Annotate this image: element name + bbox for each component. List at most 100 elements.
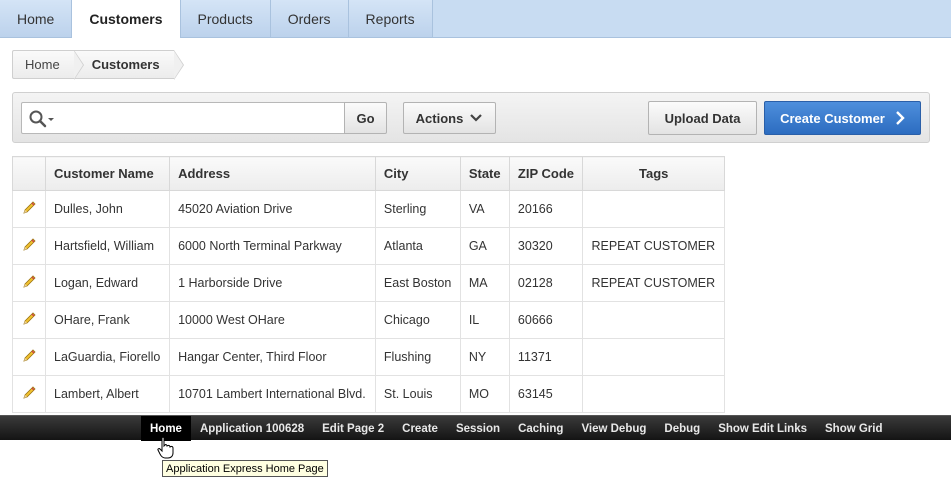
breadcrumb-home-label: Home bbox=[25, 57, 60, 72]
search-box[interactable] bbox=[21, 102, 345, 134]
top-tab-bar: Home Customers Products Orders Reports bbox=[0, 0, 951, 38]
go-button-label: Go bbox=[356, 110, 375, 126]
dev-toolbar-item-edit-page-2[interactable]: Edit Page 2 bbox=[313, 416, 393, 441]
breadcrumb-current: Customers bbox=[73, 50, 184, 80]
dev-toolbar-item-caching[interactable]: Caching bbox=[509, 416, 572, 441]
cell-address: Hangar Center, Third Floor bbox=[169, 338, 376, 376]
edit-cell bbox=[12, 190, 46, 228]
cell-customer-name: Lambert, Albert bbox=[44, 375, 171, 413]
cell-address: 1 Harborside Drive bbox=[169, 264, 376, 302]
cell-zip-code: 11371 bbox=[508, 338, 584, 376]
edit-cell bbox=[12, 301, 46, 339]
report-toolbar: Go Actions Upload Data Create Customer bbox=[12, 92, 930, 143]
cell-tags bbox=[582, 190, 725, 228]
cell-state: VA bbox=[459, 190, 510, 228]
cell-address: 45020 Aviation Drive bbox=[169, 190, 376, 228]
hand-cursor-icon bbox=[157, 436, 174, 459]
cell-tags bbox=[582, 338, 725, 376]
cell-state: IL bbox=[459, 301, 510, 339]
actions-menu-button[interactable]: Actions bbox=[403, 102, 496, 134]
cell-city: Flushing bbox=[374, 338, 461, 376]
create-button-label: Create Customer bbox=[780, 110, 885, 126]
cell-customer-name: Hartsfield, William bbox=[44, 227, 171, 265]
edit-cell bbox=[12, 338, 46, 376]
dev-toolbar-item-debug[interactable]: Debug bbox=[655, 416, 709, 441]
edit-cell bbox=[12, 375, 46, 413]
breadcrumb-current-label: Customers bbox=[91, 57, 160, 72]
cell-zip-code: 63145 bbox=[508, 375, 584, 413]
cell-customer-name: Dulles, John bbox=[44, 190, 171, 228]
cell-city: Chicago bbox=[374, 301, 461, 339]
cell-city: Sterling bbox=[374, 190, 461, 228]
dev-toolbar-item-show-edit-links[interactable]: Show Edit Links bbox=[709, 416, 816, 441]
tab-home[interactable]: Home bbox=[0, 0, 73, 37]
column-header-city[interactable]: City bbox=[374, 156, 461, 191]
table-row: OHare, Frank 10000 West OHare Chicago IL 606… bbox=[12, 301, 725, 339]
dev-toolbar-item-view-debug[interactable]: View Debug bbox=[572, 416, 655, 441]
cell-tags: REPEAT CUSTOMER bbox=[582, 264, 725, 302]
table-row: Hartsfield, William 6000 North Terminal P… bbox=[12, 227, 725, 265]
search-input[interactable] bbox=[62, 107, 340, 129]
cell-tags bbox=[582, 301, 725, 339]
search-icon[interactable] bbox=[28, 109, 56, 129]
table-row: Dulles, John 45020 Aviation Drive Sterling… bbox=[12, 190, 725, 228]
edit-cell bbox=[12, 264, 46, 302]
upload-data-button[interactable]: Upload Data bbox=[648, 101, 757, 135]
cell-zip-code: 20166 bbox=[508, 190, 584, 228]
cell-address: 6000 North Terminal Parkway bbox=[169, 227, 376, 265]
actions-button-label: Actions bbox=[415, 110, 464, 126]
upload-button-label: Upload Data bbox=[664, 110, 741, 126]
create-customer-button[interactable]: Create Customer bbox=[764, 101, 921, 135]
column-header-edit bbox=[12, 156, 46, 191]
cell-state: MA bbox=[459, 264, 510, 302]
column-header-state[interactable]: State bbox=[459, 156, 510, 191]
cell-state: MO bbox=[459, 375, 510, 413]
pencil-icon[interactable] bbox=[21, 274, 37, 290]
go-button[interactable]: Go bbox=[344, 102, 387, 134]
pencil-icon[interactable] bbox=[21, 385, 37, 401]
breadcrumb: Home Customers bbox=[12, 50, 184, 80]
pencil-icon[interactable] bbox=[21, 200, 37, 216]
breadcrumb-home[interactable]: Home bbox=[12, 50, 84, 80]
cell-zip-code: 02128 bbox=[508, 264, 584, 302]
cell-state: GA bbox=[459, 227, 510, 265]
chevron-down-icon bbox=[470, 114, 483, 122]
edit-cell bbox=[12, 227, 46, 265]
cell-customer-name: Logan, Edward bbox=[44, 264, 171, 302]
dev-toolbar-item-show-grid[interactable]: Show Grid bbox=[816, 416, 892, 441]
tab-orders[interactable]: Orders bbox=[270, 0, 349, 37]
chevron-right-icon bbox=[896, 111, 905, 125]
pencil-icon[interactable] bbox=[21, 311, 37, 327]
table-row: Lambert, Albert 10701 Lambert Internation… bbox=[12, 375, 725, 413]
column-header-customer-name[interactable]: Customer Name bbox=[44, 156, 171, 191]
cell-customer-name: OHare, Frank bbox=[44, 301, 171, 339]
cell-address: 10000 West OHare bbox=[169, 301, 376, 339]
breadcrumb-end-inner bbox=[173, 51, 183, 79]
column-header-address[interactable]: Address bbox=[169, 156, 376, 191]
cell-tags bbox=[582, 375, 725, 413]
table-header-row: Customer Name Address City State ZIP Cod… bbox=[12, 156, 725, 191]
pencil-icon[interactable] bbox=[21, 348, 37, 364]
customers-report-table: Customer Name Address City State ZIP Cod… bbox=[12, 156, 725, 413]
cell-address: 10701 Lambert International Blvd. bbox=[169, 375, 376, 413]
pencil-icon[interactable] bbox=[21, 237, 37, 253]
table-row: Logan, Edward 1 Harborside Drive East Bost… bbox=[12, 264, 725, 302]
column-header-tags[interactable]: Tags bbox=[582, 156, 725, 191]
column-header-zip-code[interactable]: ZIP Code bbox=[508, 156, 584, 191]
cell-tags: REPEAT CUSTOMER bbox=[582, 227, 725, 265]
table-row: LaGuardia, Fiorello Hangar Center, Third … bbox=[12, 338, 725, 376]
tab-products[interactable]: Products bbox=[180, 0, 271, 37]
cell-zip-code: 60666 bbox=[508, 301, 584, 339]
dev-toolbar-item-application-100628[interactable]: Application 100628 bbox=[191, 416, 313, 441]
dev-toolbar-item-session[interactable]: Session bbox=[447, 416, 509, 441]
tooltip: Application Express Home Page bbox=[162, 460, 328, 477]
breadcrumb-separator-inner bbox=[73, 51, 83, 79]
tab-customers[interactable]: Customers bbox=[72, 0, 181, 38]
cell-city: East Boston bbox=[374, 264, 461, 302]
dev-toolbar-item-create[interactable]: Create bbox=[393, 416, 447, 441]
cell-customer-name: LaGuardia, Fiorello bbox=[44, 338, 171, 376]
tab-reports[interactable]: Reports bbox=[348, 0, 433, 37]
cell-city: St. Louis bbox=[374, 375, 461, 413]
cell-state: NY bbox=[459, 338, 510, 376]
developer-toolbar: Home Application 100628 Edit Page 2 Create S… bbox=[0, 415, 951, 441]
